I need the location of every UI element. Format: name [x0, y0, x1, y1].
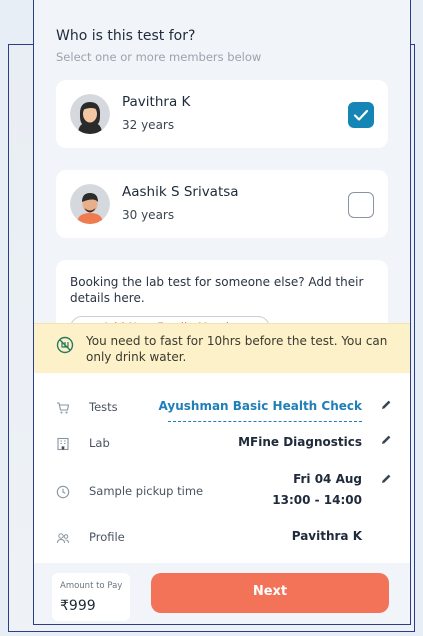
add-member-text: Booking the lab test for someone else? A…: [70, 275, 364, 305]
pickup-slot: 13:00 - 14:00: [272, 493, 362, 507]
avatar: [70, 94, 110, 134]
section-title: Who is this test for?: [56, 28, 196, 44]
cart-icon: [57, 402, 70, 414]
member-card-aashik[interactable]: Aashik S Srivatsa 30 years: [56, 170, 388, 238]
profile-value: Pavithra K: [291, 529, 362, 543]
checkout-footer: Amount to Pay ₹999 Next: [34, 563, 410, 624]
notice-text: You need to fast for 10hrs before the te…: [86, 334, 388, 364]
tests-link-underline: [168, 421, 362, 422]
avatar: [70, 184, 110, 224]
member-card-pavithra[interactable]: Pavithra K 32 years: [56, 80, 388, 148]
pencil-icon[interactable]: [380, 434, 392, 446]
clock-icon: [56, 485, 70, 499]
member-age: 32 years: [122, 118, 175, 132]
member-name: Pavithra K: [122, 94, 191, 110]
amount-box: Amount to Pay ₹999: [52, 573, 130, 621]
pencil-icon[interactable]: [380, 399, 392, 411]
users-icon: [57, 533, 69, 544]
amount-value: ₹999: [60, 598, 96, 614]
building-icon: [57, 437, 69, 451]
pickup-label: Sample pickup time: [89, 484, 204, 498]
member-age: 30 years: [122, 208, 175, 222]
amount-label: Amount to Pay: [60, 581, 123, 591]
member-checkbox-checked[interactable]: [348, 102, 374, 128]
lab-label: Lab: [89, 436, 110, 450]
member-name: Aashik S Srivatsa: [122, 184, 239, 200]
tests-label: Tests: [89, 400, 118, 414]
no-food-icon: [56, 336, 74, 354]
tests-value-link[interactable]: Ayushman Basic Health Check: [159, 399, 362, 413]
next-button[interactable]: Next: [151, 573, 389, 613]
add-family-member-card: Booking the lab test for someone else? A…: [56, 260, 388, 330]
profile-label: Profile: [89, 530, 125, 544]
section-subtitle: Select one or more members below: [56, 50, 262, 64]
member-checkbox-unchecked[interactable]: [348, 192, 374, 218]
pencil-icon[interactable]: [380, 473, 392, 485]
fasting-notice: You need to fast for 10hrs before the te…: [34, 323, 410, 373]
pickup-date: Fri 04 Aug: [293, 472, 362, 486]
check-icon: [353, 109, 369, 121]
booking-screen: Who is this test for? Select one or more…: [33, 0, 411, 625]
lab-value: MFine Diagnostics: [238, 435, 362, 449]
